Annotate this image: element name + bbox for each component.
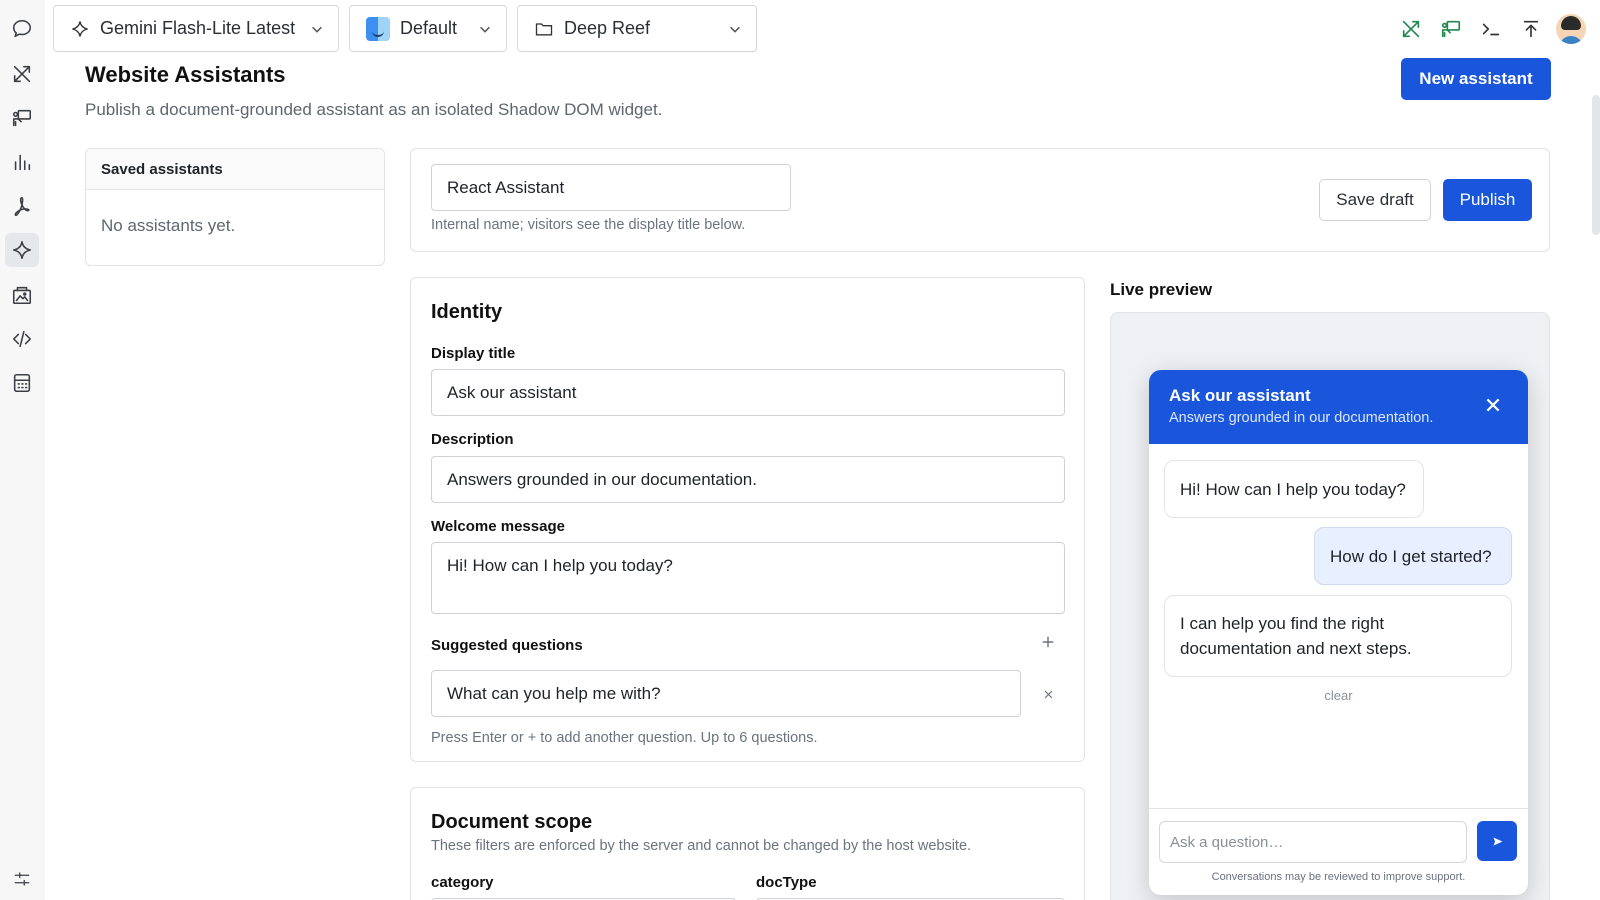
document-scope-hint: These filters are enforced by the server…	[431, 838, 972, 854]
add-question-button[interactable]	[1036, 630, 1060, 654]
presentation-icon[interactable]	[1436, 14, 1466, 44]
assistant-message: Hi! How can I help you today?	[1164, 460, 1424, 518]
welcome-message-textarea[interactable]: Hi! How can I help you today?	[431, 542, 1065, 614]
widget-footer-note: Conversations may be reviewed to improve…	[1211, 871, 1466, 883]
suggested-question-input[interactable]: What can you help me with?	[431, 670, 1021, 717]
profile-selector-label: Default	[400, 18, 458, 38]
send-icon	[1492, 836, 1502, 846]
remove-question-button[interactable]	[1036, 682, 1060, 706]
finder-icon	[366, 16, 390, 41]
profile-selector[interactable]: Default	[349, 5, 507, 52]
user-avatar[interactable]	[1556, 14, 1586, 44]
widget-header: Ask our assistant Answers grounded in ou…	[1149, 370, 1528, 444]
page-title: Website Assistants	[85, 62, 286, 87]
close-icon	[1044, 690, 1052, 698]
folder-selector[interactable]: Deep Reef	[517, 5, 757, 52]
identity-title: Identity	[431, 301, 503, 323]
saved-assistants-empty: No assistants yet.	[101, 216, 236, 235]
assistant-name-input[interactable]: React Assistant	[431, 164, 791, 211]
chevron-down-icon	[312, 26, 322, 33]
send-button[interactable]	[1477, 821, 1517, 861]
category-label: category	[431, 874, 494, 891]
document-scope-section: Document scope These filters are enforce…	[410, 787, 1085, 900]
page-subtitle: Publish a document-grounded assistant as…	[85, 100, 663, 119]
publish-button[interactable]: Publish	[1443, 179, 1532, 221]
left-sidebar	[0, 0, 45, 900]
suggested-questions-label: Suggested questions	[431, 637, 583, 654]
widget-description: Answers grounded in our documentation.	[1169, 410, 1434, 426]
settings-sliders-icon[interactable]	[5, 862, 39, 896]
chevron-down-icon	[730, 26, 740, 33]
doctype-label: docType	[756, 874, 817, 891]
description-label: Description	[431, 431, 514, 448]
tools-icon[interactable]	[1396, 14, 1426, 44]
widget-question-input[interactable]: Ask a question…	[1159, 821, 1467, 863]
chat-icon[interactable]	[5, 12, 39, 46]
tools-icon[interactable]	[5, 57, 39, 91]
welcome-message-label: Welcome message	[431, 518, 565, 535]
folder-selector-label: Deep Reef	[564, 18, 651, 38]
suggested-questions-hint: Press Enter or + to add another question…	[431, 730, 818, 746]
display-title-input[interactable]: Ask our assistant	[431, 369, 1065, 416]
folder-icon	[535, 22, 553, 35]
widget-footer: Ask a question… Conversations may be rev…	[1149, 808, 1528, 895]
assistant-message: I can help you find the right documentat…	[1164, 595, 1512, 677]
new-assistant-button[interactable]: New assistant	[1401, 58, 1551, 100]
plus-icon	[1042, 636, 1054, 648]
chevron-down-icon	[480, 26, 490, 33]
page-scrollbar[interactable]	[1592, 95, 1600, 235]
code-icon[interactable]	[5, 322, 39, 356]
assistant-name-hint: Internal name; visitors see the display …	[431, 217, 746, 233]
upload-icon[interactable]	[1516, 14, 1546, 44]
model-selector-label: Gemini Flash-Lite Latest	[100, 18, 296, 38]
pdf-icon[interactable]	[5, 189, 39, 223]
terminal-icon[interactable]	[1476, 14, 1506, 44]
image-gallery-icon[interactable]	[5, 278, 39, 312]
description-input[interactable]: Answers grounded in our documentation.	[431, 456, 1065, 503]
chart-icon[interactable]	[5, 145, 39, 179]
save-draft-button[interactable]: Save draft	[1319, 179, 1431, 221]
identity-section: Identity Display title Ask our assistant…	[410, 277, 1085, 762]
avatar	[1556, 14, 1586, 44]
sparkle-icon	[72, 20, 88, 37]
presentation-icon[interactable]	[5, 101, 39, 135]
assistant-name-card: React Assistant Internal name; visitors …	[410, 148, 1550, 252]
display-title-label: Display title	[431, 345, 516, 362]
sparkle-icon[interactable]	[5, 233, 39, 267]
clear-conversation-link[interactable]: clear	[1149, 688, 1528, 703]
model-selector[interactable]: Gemini Flash-Lite Latest	[53, 5, 339, 52]
user-message: How do I get started?	[1314, 527, 1512, 585]
chat-widget: Ask our assistant Answers grounded in ou…	[1149, 370, 1528, 895]
top-right-toolbar	[1396, 14, 1600, 44]
close-icon[interactable]	[1484, 396, 1502, 414]
live-preview-title: Live preview	[1110, 280, 1213, 299]
saved-assistants-panel: Saved assistants No assistants yet.	[85, 148, 385, 266]
document-scope-title: Document scope	[431, 811, 593, 833]
widget-title: Ask our assistant	[1169, 386, 1311, 405]
saved-assistants-header: Saved assistants	[86, 149, 384, 190]
calculator-icon[interactable]	[5, 366, 39, 400]
